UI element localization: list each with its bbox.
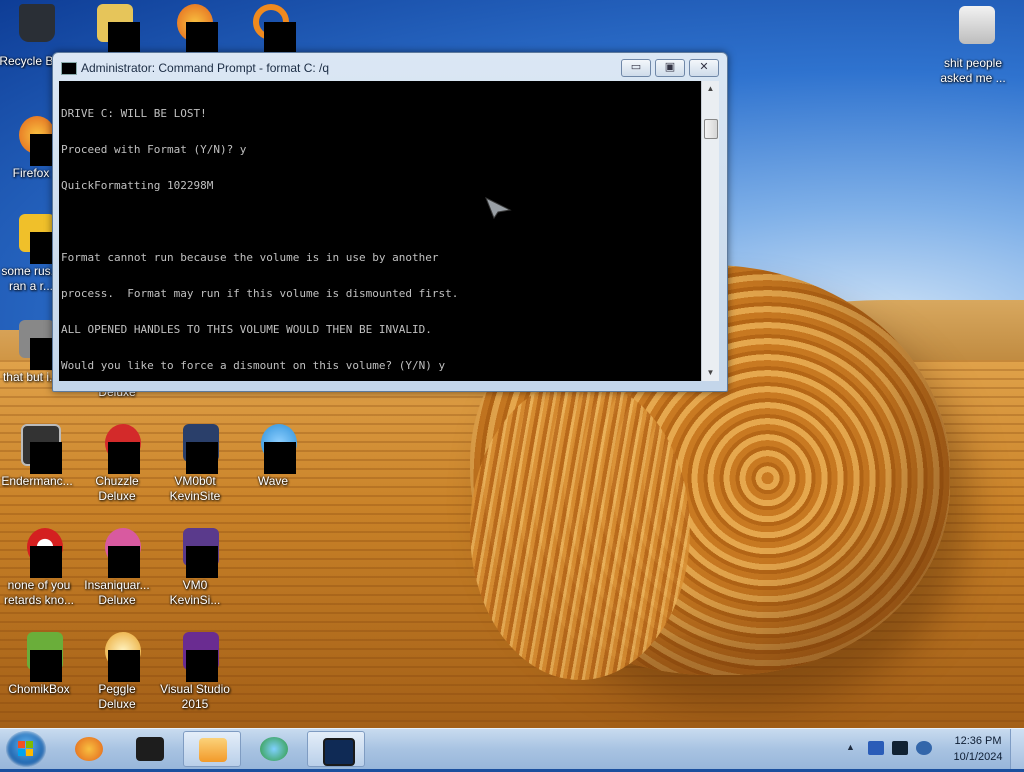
taskbar: ▲ 12:36 PM 10/1/2024 (0, 728, 1024, 769)
network-icon[interactable] (868, 741, 884, 755)
desktop-icon-label: Wave (257, 474, 289, 488)
desktop-icon-vm0-kevinsi[interactable]: VM0 KevinSi... (156, 528, 234, 608)
taskbar-app-dark[interactable] (121, 731, 179, 767)
desktop-icon-label: none of you retards kno... (3, 578, 75, 607)
firefox-icon (75, 737, 103, 761)
redacted-block (186, 650, 218, 682)
redacted-block (264, 442, 296, 474)
redacted-block (108, 22, 140, 54)
redacted-block (30, 546, 62, 578)
desktop-icon-label: shit people asked me ... (940, 56, 1006, 85)
desktop-icon-visual-studio[interactable]: Visual Studio 2015 (156, 632, 234, 712)
desktop-icon-insaniquarium[interactable]: Insaniquar... Deluxe (78, 528, 156, 608)
desktop-icon-label: Visual Studio 2015 (160, 682, 230, 711)
console-line: Format cannot run because the volume is … (61, 251, 439, 264)
desktop-icon-endermanch[interactable]: Endermanc... (0, 424, 76, 489)
taskbar-firefox[interactable] (60, 731, 118, 767)
show-hidden-icons-arrow-icon[interactable]: ▲ (846, 742, 855, 752)
windows-logo-icon (18, 741, 33, 756)
vertical-scrollbar[interactable]: ▲ ▼ (701, 81, 719, 381)
cmd-window[interactable]: Administrator: Command Prompt - format C… (52, 52, 728, 392)
redacted-block (108, 650, 140, 682)
console-line: ALL OPENED HANDLES TO THIS VOLUME WOULD … (61, 323, 432, 336)
desktop-icon-firefox-top[interactable] (150, 4, 228, 54)
console-output[interactable]: DRIVE C: WILL BE LOST! Proceed with Form… (59, 81, 701, 381)
console-line: Proceed with Format (Y/N)? y (61, 143, 247, 156)
desktop-icon-shit-people[interactable]: shit people asked me ... (934, 6, 1012, 86)
scroll-up-arrow-icon[interactable]: ▲ (702, 81, 719, 97)
redacted-block (30, 650, 62, 682)
desktop-icon-label: Chuzzle Deluxe (95, 474, 139, 503)
cmd-title: Administrator: Command Prompt - format C… (81, 61, 330, 75)
taskbar-cmd[interactable] (307, 731, 365, 767)
cmd-icon (323, 738, 355, 766)
taskbar-internet-download[interactable] (245, 731, 303, 767)
desktop-icon-vm0b0t-kevinsite[interactable]: VM0b0t KevinSite (156, 424, 234, 504)
redacted-block (186, 22, 218, 54)
show-desktop-button[interactable] (1010, 729, 1024, 769)
media-player-icon (199, 738, 227, 762)
redacted-block (108, 546, 140, 578)
desktop-icon-peggle[interactable]: Peggle Deluxe (78, 632, 156, 712)
console-line: DRIVE C: WILL BE LOST! (61, 107, 207, 120)
system-tray: ▲ 12:36 PM 10/1/2024 (840, 729, 1024, 769)
desktop-icon-label: VM0 KevinSi... (169, 578, 221, 607)
maximize-button[interactable]: ▣ (655, 59, 685, 77)
redacted-block (264, 22, 296, 54)
start-button[interactable] (6, 731, 46, 767)
folder-icon (959, 6, 995, 44)
cmd-app-icon (61, 62, 77, 75)
redacted-block (108, 442, 140, 474)
desktop-icon-chomikbox[interactable]: ChomikBox (0, 632, 78, 697)
monitor-icon[interactable] (892, 741, 908, 755)
console-line: process. Format may run if this volume i… (61, 287, 459, 300)
recycle-bin-icon (19, 4, 55, 42)
redacted-block (186, 546, 218, 578)
volume-icon[interactable] (916, 741, 932, 755)
console-line: Would you like to force a dismount on th… (61, 359, 446, 372)
hay-bale-face (470, 380, 690, 680)
cmd-titlebar[interactable]: Administrator: Command Prompt - format C… (53, 53, 727, 81)
clock-date: 10/1/2024 (953, 751, 1003, 763)
console-line: QuickFormatting 102298M (61, 179, 214, 192)
desktop-icon-label: VM0b0t KevinSite (169, 474, 221, 503)
scroll-down-arrow-icon[interactable]: ▼ (702, 365, 719, 381)
mouse-cursor-icon (485, 196, 512, 220)
desktop-icon-wave[interactable]: Wave (234, 424, 312, 489)
taskbar-media-player[interactable] (183, 731, 241, 767)
desktop-icon-chuzzle[interactable]: Chuzzle Deluxe (78, 424, 156, 504)
app-icon (136, 737, 164, 761)
download-globe-icon (260, 737, 288, 761)
redacted-block (30, 442, 62, 474)
desktop-icon-folder[interactable] (70, 4, 148, 54)
desktop-icon-label: Endermanc... (1, 474, 73, 488)
desktop-icon-label: Peggle Deluxe (98, 682, 136, 711)
clock-time: 12:36 PM (954, 735, 1002, 747)
scrollbar-thumb[interactable] (704, 119, 718, 139)
desktop-icon-label: ChomikBox (8, 682, 70, 696)
minimize-button[interactable]: ▭ (621, 59, 651, 77)
close-button[interactable]: ✕ (689, 59, 719, 77)
desktop-icon-orange-ring[interactable] (226, 4, 304, 54)
redacted-block (186, 442, 218, 474)
desktop-icon-label: Insaniquar... Deluxe (84, 578, 150, 607)
clock[interactable]: 12:36 PM 10/1/2024 (940, 733, 1016, 765)
desktop-icon-none-of-you[interactable]: none of you retards kno... (0, 528, 78, 608)
